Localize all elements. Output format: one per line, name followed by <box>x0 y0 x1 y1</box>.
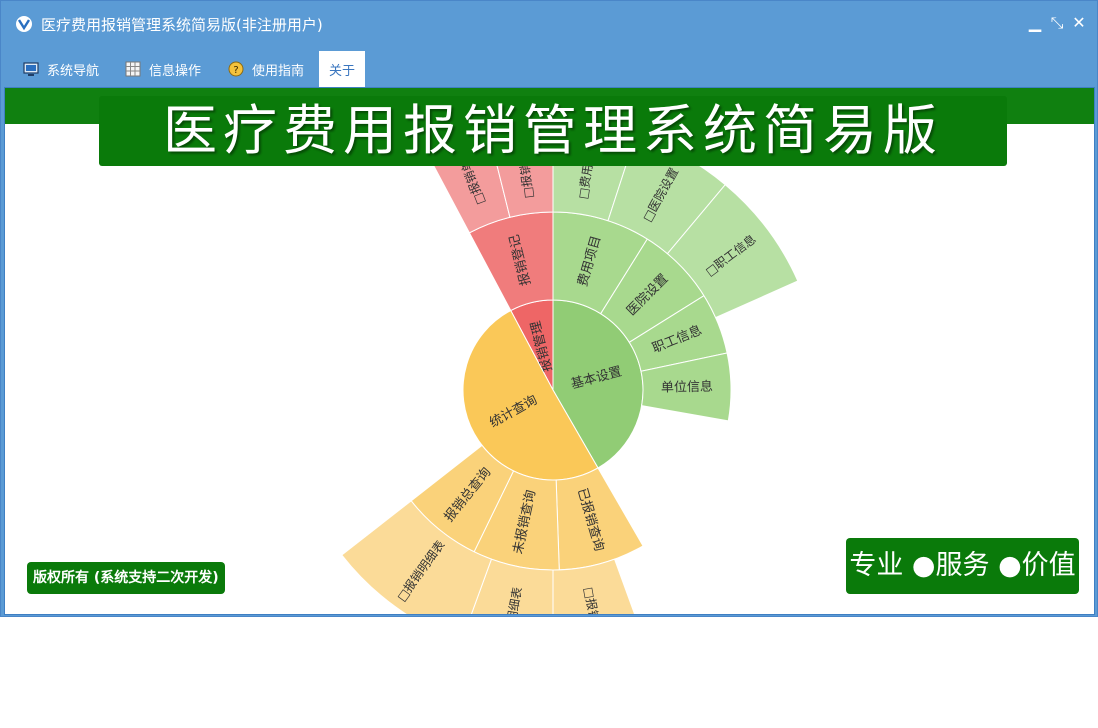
restore-button[interactable]: ⤡ <box>1047 13 1067 33</box>
minimize-button[interactable]: ▁ <box>1025 13 1045 33</box>
window-title: 医疗费用报销管理系统简易版(非注册用户) <box>41 16 323 34</box>
app-logo-icon <box>16 16 32 32</box>
slogan-badge: 专业 ●服务 ●价值 <box>846 538 1079 594</box>
sunburst-branch-5[interactable]: 已报销查询 <box>555 467 644 571</box>
help-icon: ? <box>228 61 244 77</box>
menu-item-navigation[interactable]: 系统导航 <box>23 51 99 87</box>
monitor-icon <box>23 62 39 76</box>
svg-text:?: ? <box>233 65 238 76</box>
main-content: 报销管理 基本设置 统计查询 报销登记 费用项目 医院设置 职工信息 单位信息 已报销查询 未报销… <box>4 87 1095 615</box>
app-window: 医疗费用报销管理系统简易版(非注册用户) ▁ ⤡ ✕ 系统导航 信息操作 ? 使… <box>0 0 1098 617</box>
menu-item-label: 使用指南 <box>252 63 305 79</box>
navigation-sunburst: 报销管理基本设置统计查询报销登记 费用项目医院设置职工信息单位信息已报销查询未报销… <box>341 121 799 614</box>
menu-item-guide[interactable]: ? 使用指南 <box>228 51 304 87</box>
menu-item-label: 关于 <box>329 63 356 79</box>
menu-item-operations[interactable]: 信息操作 <box>125 51 201 87</box>
menu-item-label: 系统导航 <box>47 63 100 79</box>
grid-icon <box>125 61 141 77</box>
close-button[interactable]: ✕ <box>1069 13 1089 33</box>
sunburst-branch-5-shape <box>555 467 644 571</box>
title-bar[interactable]: 医疗费用报销管理系统简易版(非注册用户) ▁ ⤡ ✕ <box>1 1 1097 49</box>
copyright-badge: 版权所有 (系统支持二次开发) <box>27 562 225 594</box>
menu-item-label: 信息操作 <box>149 63 202 79</box>
menu-item-about[interactable]: 关于 <box>319 51 366 87</box>
menu-bar: 系统导航 信息操作 ? 使用指南 关于 <box>1 51 1097 87</box>
sunburst-branch-4-label: 单位信息 <box>661 379 713 396</box>
page-title: 医疗费用报销管理系统简易版 <box>99 96 1007 166</box>
